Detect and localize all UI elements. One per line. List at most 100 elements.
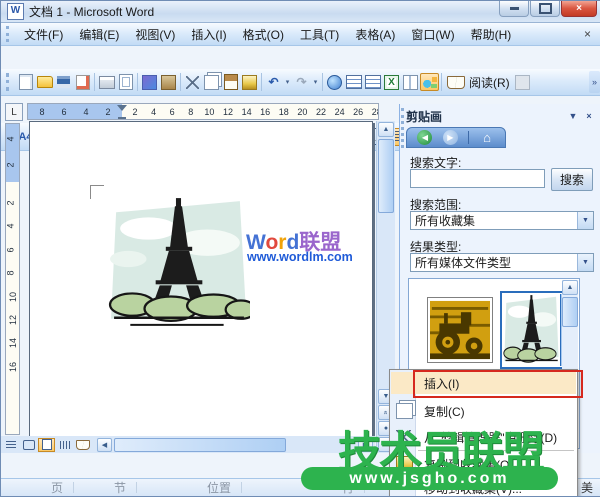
result-type-value: 所有媒体文件类型	[415, 254, 511, 271]
ruler-number: 2	[6, 200, 16, 205]
menu-format[interactable]: 格式(O)	[235, 23, 292, 46]
menu-file[interactable]: 文件(F)	[16, 23, 71, 46]
maximize-button[interactable]	[530, 1, 560, 17]
back-button[interactable]: ◀	[417, 130, 432, 145]
print-preview-button[interactable]	[116, 73, 135, 91]
tables-borders-button[interactable]	[344, 73, 363, 91]
scrollbar-thumb[interactable]	[378, 139, 394, 213]
toolbar-grip[interactable]	[6, 73, 12, 91]
title-bar: W 文档 1 - Microsoft Word ×	[1, 1, 600, 23]
left-indent-marker[interactable]	[118, 117, 126, 120]
permission-button[interactable]	[73, 73, 92, 91]
tab-selector[interactable]: L	[5, 103, 23, 121]
printer-icon	[99, 76, 115, 89]
horizontal-ruler[interactable]: 8642 246810121416182022242628	[27, 103, 379, 120]
ruler-number: 22	[316, 107, 326, 117]
taskpane-header: 剪贴画 ▼ ×	[406, 106, 597, 126]
search-input[interactable]	[410, 169, 545, 188]
status-position: 位置	[197, 482, 242, 494]
scroll-up-button[interactable]: ▲	[378, 122, 394, 137]
menu-view[interactable]: 视图(V)	[127, 23, 183, 46]
drawing-toggle-button[interactable]	[420, 73, 439, 91]
redo-button[interactable]: ↷	[292, 73, 311, 91]
taskpane-menu-button[interactable]: ▼	[565, 109, 581, 124]
ruler-number: 16	[8, 362, 18, 372]
hyperlink-button[interactable]	[325, 73, 344, 91]
reading-view-button[interactable]	[74, 438, 91, 452]
taskpane-close-button[interactable]: ×	[581, 109, 597, 124]
arrow-up-icon: ▲	[383, 126, 390, 133]
result-type-combobox[interactable]: 所有媒体文件类型 ▼	[410, 253, 594, 272]
reading-layout-button[interactable]: 阅读(R)	[444, 73, 513, 91]
save-button[interactable]	[54, 73, 73, 91]
insert-excel-button[interactable]: X	[382, 73, 401, 91]
ruler-number: 4	[83, 107, 88, 117]
toolbar-options-button[interactable]: »	[589, 71, 600, 93]
print-layout-button[interactable]	[38, 438, 55, 452]
drawing-icon	[423, 76, 437, 89]
redo-dropdown[interactable]: ▾	[311, 73, 320, 91]
hscrollbar-thumb[interactable]	[114, 438, 286, 452]
permission-icon	[76, 75, 90, 90]
columns-button[interactable]	[401, 73, 420, 91]
menu-insert[interactable]: 插入(I)	[183, 23, 234, 46]
ruler-number: 16	[260, 107, 270, 117]
menu-tools[interactable]: 工具(T)	[292, 23, 347, 46]
document-page[interactable]: Word联盟 www.wordlm.com	[29, 121, 373, 438]
print-button[interactable]	[97, 73, 116, 91]
chevron-down-icon: ▼	[569, 111, 578, 121]
minimize-button[interactable]	[499, 1, 529, 17]
arrow-up-icon: ▲	[567, 284, 574, 291]
clip-art-tractor[interactable]	[427, 297, 493, 363]
copy-button[interactable]	[202, 73, 221, 91]
paste-button[interactable]	[221, 73, 240, 91]
eiffel-thumbnail	[503, 294, 560, 366]
research-button[interactable]	[159, 73, 178, 91]
status-section: 节	[104, 482, 137, 494]
ruler-number: 20	[297, 107, 307, 117]
search-button[interactable]: 搜索	[551, 168, 593, 191]
document-close-icon[interactable]: ×	[584, 27, 597, 41]
spelling-icon	[142, 75, 157, 90]
search-scope-combobox[interactable]: 所有收藏集 ▼	[410, 211, 594, 230]
undo-button[interactable]: ↶	[264, 73, 283, 91]
save-icon	[57, 76, 70, 88]
format-painter-button[interactable]	[240, 73, 259, 91]
chevron-down-icon: ▾	[314, 78, 318, 86]
spelling-button[interactable]	[140, 73, 159, 91]
home-button[interactable]: ⌂	[480, 130, 495, 145]
menu-help[interactable]: 帮助(H)	[463, 23, 520, 46]
undo-dropdown[interactable]: ▾	[283, 73, 292, 91]
vertical-ruler[interactable]: 42 246810121416	[5, 123, 20, 435]
minimize-icon	[510, 7, 519, 10]
ruler-number: 12	[8, 315, 18, 325]
new-document-button[interactable]	[16, 73, 35, 91]
scissors-icon	[186, 76, 199, 89]
ruler-number: 8	[39, 107, 44, 117]
normal-view-button[interactable]	[2, 438, 19, 452]
web-layout-button[interactable]	[20, 438, 37, 452]
open-button[interactable]	[35, 73, 54, 91]
eiffel-tower-clipart[interactable]	[108, 196, 250, 328]
outline-view-button[interactable]	[56, 438, 73, 452]
taskpane-grip[interactable]	[401, 108, 404, 148]
menu-edit[interactable]: 编辑(E)	[71, 23, 127, 46]
close-button[interactable]: ×	[561, 1, 597, 17]
scrollbar-thumb[interactable]	[562, 297, 578, 327]
copy-icon	[396, 403, 413, 419]
ruler-number: 24	[335, 107, 345, 117]
toolbar-grip[interactable]	[6, 26, 12, 41]
insert-table-icon	[365, 75, 381, 89]
ruler-number: 4	[151, 107, 156, 117]
scroll-left-button[interactable]: ◀	[97, 438, 112, 452]
menu-table[interactable]: 表格(A)	[347, 23, 403, 46]
insert-table-button[interactable]	[363, 73, 382, 91]
hyperlink-globe-icon	[327, 75, 342, 90]
annotation-highlight-box	[413, 370, 583, 398]
chevron-down-icon: ▼	[577, 254, 593, 271]
menu-window[interactable]: 窗口(W)	[403, 23, 462, 46]
tables-borders-icon	[346, 75, 362, 89]
forward-button: ▶	[443, 130, 458, 145]
scroll-up-button[interactable]: ▲	[562, 280, 578, 295]
cut-button[interactable]	[183, 73, 202, 91]
